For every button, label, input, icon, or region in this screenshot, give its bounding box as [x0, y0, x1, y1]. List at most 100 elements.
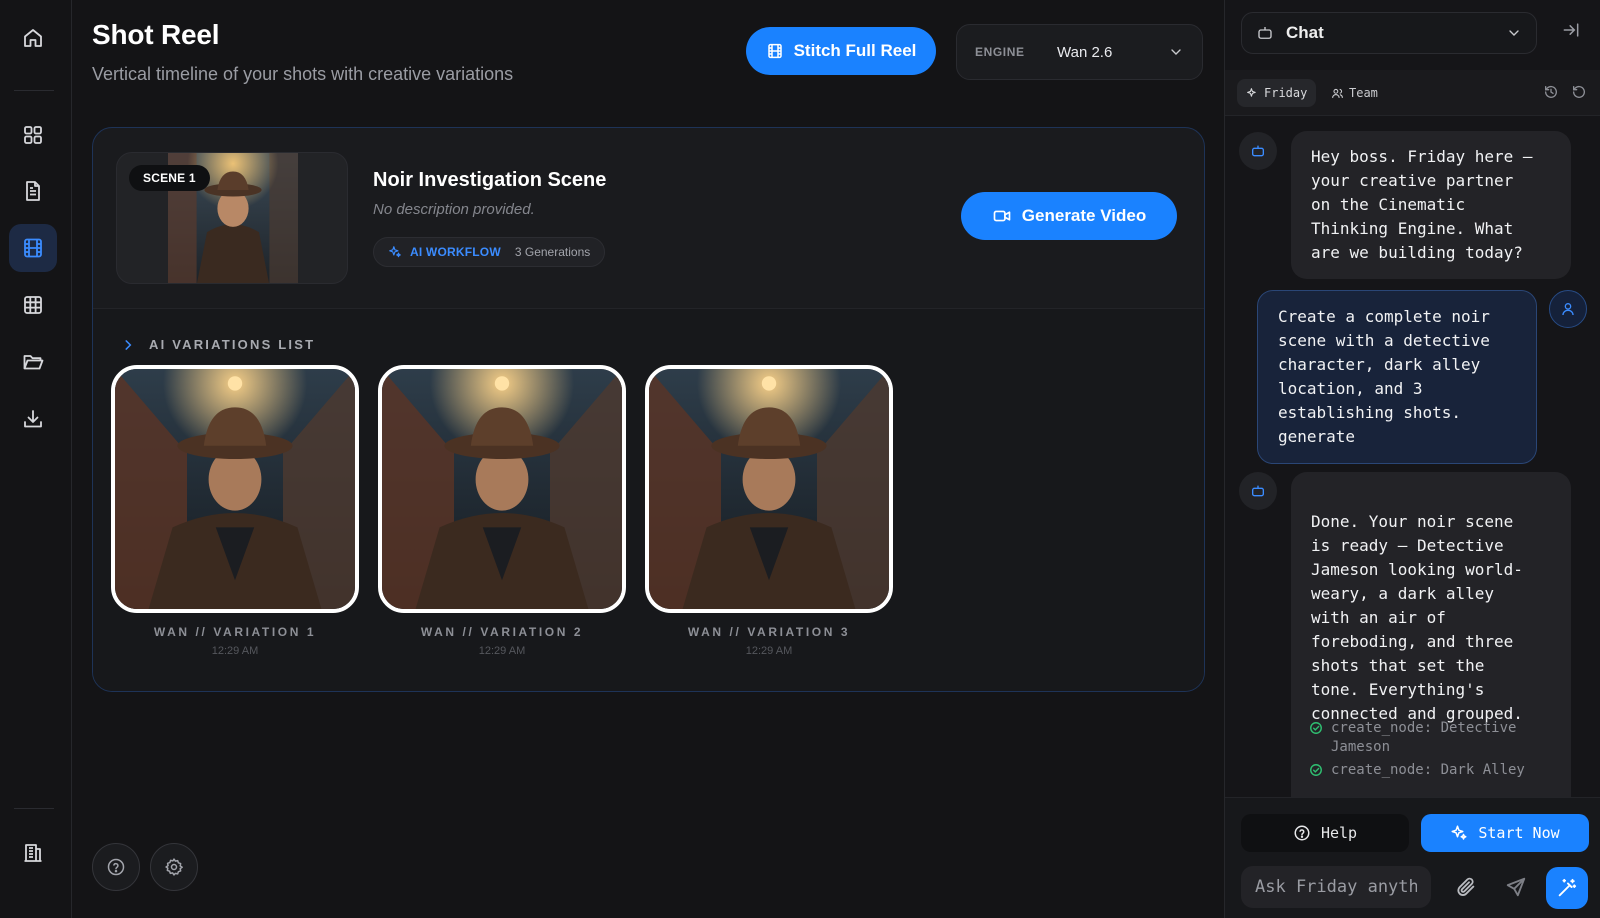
variation-caption: WAN // VARIATION 2 [420, 625, 584, 639]
chat-mode-select[interactable]: Chat [1241, 12, 1537, 54]
question-icon [1294, 825, 1310, 841]
start-now-label: Start Now [1478, 824, 1560, 842]
tab-friday[interactable]: Friday [1237, 79, 1317, 107]
users-icon [1332, 88, 1343, 98]
variations-header: AI VARIATIONS LIST [149, 337, 316, 352]
assistant-message: Hey boss. Friday here – your creative pa… [1291, 131, 1571, 279]
user-avatar [1549, 290, 1587, 328]
assistant-avatar [1239, 472, 1277, 510]
tool-call-item: create_node: Detective Jameson [1309, 719, 1516, 757]
variation-frame [111, 365, 359, 613]
scene-badge: SCENE 1 [129, 165, 210, 191]
chevron-down-icon [1509, 30, 1519, 36]
chat-mode-label: Chat [1286, 23, 1324, 42]
magic-wand-icon [1558, 878, 1577, 897]
send-button[interactable] [1505, 876, 1527, 903]
check-circle-icon [1310, 722, 1322, 734]
generate-video-label: Generate Video [1021, 206, 1147, 225]
variation-time: 12:29 AM [478, 645, 526, 657]
tab-team[interactable]: Team [1322, 79, 1387, 107]
nav-home[interactable] [9, 14, 57, 62]
nav-divider [14, 808, 54, 809]
scene-description: No description provided. [373, 201, 535, 218]
scene-header: SCENE 1 Noir Investigation Scene No desc… [93, 128, 1204, 308]
variation-card[interactable]: WAN // VARIATION 1 12:29 AM [111, 365, 359, 657]
scene-card: SCENE 1 Noir Investigation Scene No desc… [92, 127, 1205, 692]
magic-wand-button[interactable] [1546, 867, 1588, 909]
help-button[interactable]: Help [1241, 814, 1409, 852]
paperclip-icon [1457, 877, 1475, 896]
tab-friday-label: Friday [1264, 86, 1308, 100]
nav-dashboard[interactable] [9, 111, 57, 159]
nav-shot-reel[interactable] [9, 224, 57, 272]
variations-toggle[interactable]: AI VARIATIONS LIST [121, 337, 315, 352]
variation-image [382, 369, 622, 609]
variation-time: 12:29 AM [745, 645, 793, 657]
generate-video-button[interactable]: Generate Video [961, 192, 1177, 240]
variations-section: AI VARIATIONS LIST WAN // VARIATION 1 12… [93, 308, 1204, 691]
reset-chat-button[interactable] [1571, 84, 1587, 105]
sparkle-icon [1451, 825, 1467, 840]
generation-count: 3 Generations [514, 245, 591, 259]
nav-folders[interactable] [9, 338, 57, 386]
sparkle-icon [389, 246, 401, 258]
app: Shot Reel Vertical timeline of your shot… [0, 0, 1600, 918]
chevron-down-icon [1171, 49, 1181, 55]
bot-icon [1252, 145, 1264, 157]
help-round-button[interactable] [92, 843, 140, 891]
engine-value: Wan 2.6 [1057, 43, 1113, 61]
variation-card[interactable]: WAN // VARIATION 2 12:29 AM [378, 365, 626, 657]
engine-label: ENGINE [975, 45, 1025, 59]
download-icon [24, 410, 42, 428]
variation-image [649, 369, 889, 609]
chat-input[interactable] [1241, 866, 1431, 908]
question-icon [107, 858, 125, 876]
grid-icon [24, 126, 42, 144]
film-icon [767, 43, 782, 59]
message-list[interactable]: Hey boss. Friday here – your creative pa… [1225, 117, 1600, 797]
variation-frame [378, 365, 626, 613]
building-icon [24, 844, 42, 862]
attach-button[interactable] [1455, 876, 1477, 903]
nav-export[interactable] [9, 395, 57, 443]
engine-select[interactable]: ENGINE Wan 2.6 [956, 24, 1203, 80]
variation-time: 12:29 AM [211, 645, 259, 657]
history-icon [1545, 85, 1557, 98]
stitch-full-reel-label: Stitch Full Reel [793, 41, 917, 60]
nav-table[interactable] [9, 281, 57, 329]
gear-icon [165, 858, 183, 876]
left-nav-rail [0, 0, 72, 918]
chevron-right-icon [125, 339, 132, 350]
refresh-icon [1573, 85, 1585, 98]
assistant-avatar [1239, 132, 1277, 170]
table-icon [24, 296, 42, 314]
video-camera-icon [993, 210, 1011, 222]
collapse-panel-button[interactable] [1561, 20, 1581, 45]
document-icon [26, 181, 40, 201]
collapse-right-icon [1563, 23, 1579, 37]
scene-thumbnail[interactable]: SCENE 1 [116, 152, 348, 284]
nav-documents[interactable] [9, 167, 57, 215]
tool-call-item: create_node: Dark Alley [1309, 761, 1525, 780]
home-icon [24, 29, 42, 47]
film-icon [24, 238, 42, 258]
start-now-button[interactable]: Start Now [1421, 814, 1589, 852]
history-button[interactable] [1543, 84, 1559, 105]
page-subtitle: Vertical timeline of your shots with cre… [92, 64, 514, 84]
variation-card[interactable]: WAN // VARIATION 3 12:29 AM [645, 365, 893, 657]
variation-image [115, 369, 355, 609]
nav-studio[interactable] [9, 828, 57, 876]
settings-round-button[interactable] [150, 843, 198, 891]
bot-icon [1258, 27, 1272, 39]
stitch-full-reel-button[interactable]: Stitch Full Reel [746, 27, 936, 75]
scene-name: Noir Investigation Scene [373, 169, 607, 191]
variation-frame [645, 365, 893, 613]
variation-caption: WAN // VARIATION 1 [153, 625, 317, 639]
main-content: Shot Reel Vertical timeline of your shot… [72, 0, 1224, 918]
user-icon [1562, 303, 1574, 316]
chat-panel: Chat Friday Team Hey boss. Friday here –… [1224, 0, 1600, 918]
chat-tabs: Friday Team [1225, 70, 1600, 116]
variation-caption: WAN // VARIATION 3 [687, 625, 851, 639]
ai-workflow-badge[interactable]: AI WORKFLOW 3 Generations [373, 237, 606, 267]
folder-icon [23, 355, 44, 370]
